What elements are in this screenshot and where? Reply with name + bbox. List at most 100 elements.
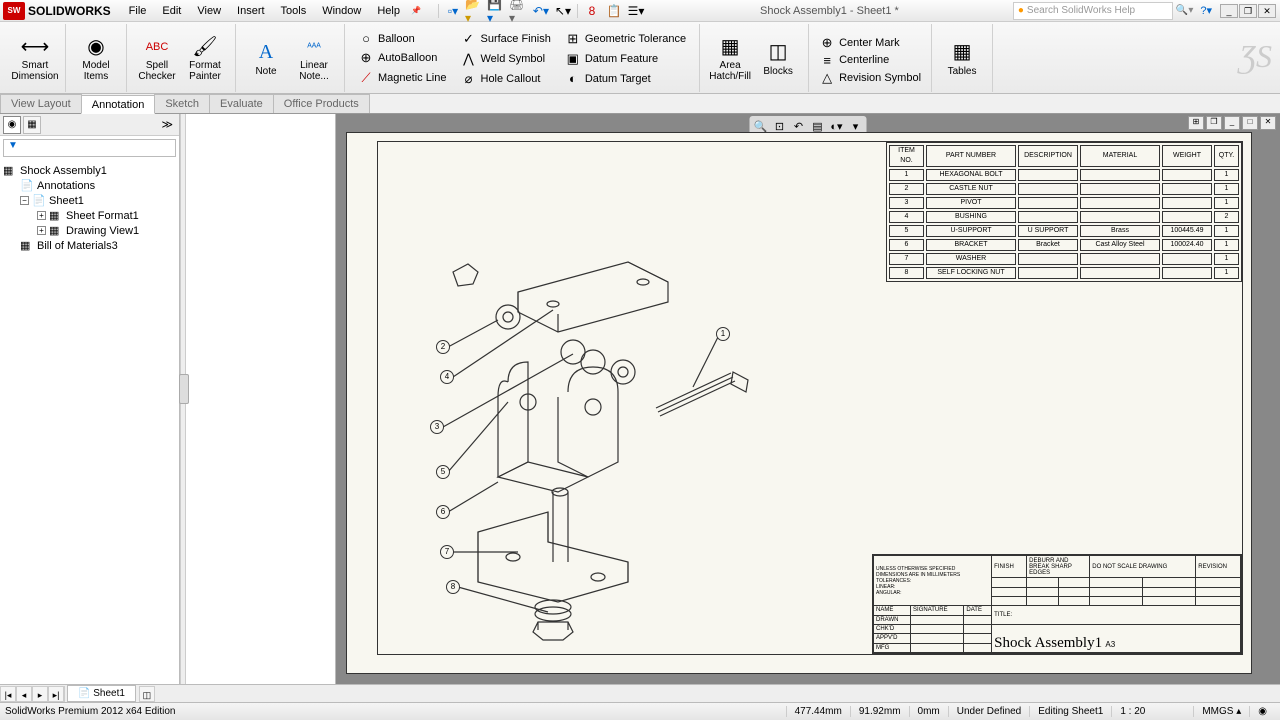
tab-annotation[interactable]: Annotation: [81, 95, 156, 114]
tree-item[interactable]: +▦Drawing View1: [3, 223, 176, 238]
bom-header[interactable]: ITEM NO.: [889, 145, 924, 167]
help-icon[interactable]: ?▾: [1200, 4, 1212, 17]
bom-cell[interactable]: Bracket: [1018, 239, 1078, 251]
help-search[interactable]: ●Search SolidWorks Help: [1013, 2, 1173, 20]
bom-row[interactable]: 8SELF LOCKING NUT 1: [889, 267, 1239, 279]
bom-cell[interactable]: PIVOT: [926, 197, 1016, 209]
bom-cell[interactable]: [1018, 169, 1078, 181]
bom-cell[interactable]: 1: [1214, 267, 1239, 279]
bom-cell[interactable]: 7: [889, 253, 924, 265]
surface-finish-button[interactable]: ✓Surface Finish: [457, 30, 555, 48]
balloon-7[interactable]: 7: [440, 545, 454, 559]
qat-save[interactable]: 💾▾: [487, 2, 507, 20]
status-config[interactable]: ◉: [1249, 706, 1275, 717]
bom-cell[interactable]: [1162, 197, 1212, 209]
window-maximize[interactable]: ❐: [1239, 4, 1257, 18]
bom-cell[interactable]: [1162, 183, 1212, 195]
center-mark-button[interactable]: ⊕Center Mark: [815, 34, 904, 52]
window-minimize[interactable]: _: [1220, 4, 1238, 18]
qat-new[interactable]: ▫▾: [443, 2, 463, 20]
bom-cell[interactable]: SELF LOCKING NUT: [926, 267, 1016, 279]
bom-cell[interactable]: U-SUPPORT: [926, 225, 1016, 237]
menu-tools[interactable]: Tools: [273, 2, 315, 20]
bom-row[interactable]: 1HEXAGONAL BOLT1: [889, 169, 1239, 181]
tree-expander[interactable]: +: [37, 226, 46, 235]
tab-sketch[interactable]: Sketch: [154, 94, 210, 113]
balloon-3[interactable]: 3: [430, 420, 444, 434]
weld-symbol-button[interactable]: ⋀Weld Symbol: [457, 50, 555, 68]
mdi-cascade[interactable]: ❐: [1206, 116, 1222, 130]
sheet-tab-1[interactable]: 📄 Sheet1: [67, 685, 136, 702]
bom-cell[interactable]: 100024.40: [1162, 239, 1212, 251]
bom-cell[interactable]: Cast Alloy Steel: [1080, 239, 1160, 251]
menu-view[interactable]: View: [189, 2, 229, 20]
status-units[interactable]: MMGS ▴: [1193, 706, 1249, 717]
datum-feature-button[interactable]: ▣Datum Feature: [561, 50, 690, 68]
bom-cell[interactable]: 100445.49: [1162, 225, 1212, 237]
bom-cell[interactable]: 8: [889, 267, 924, 279]
sheet-prev[interactable]: ◂: [16, 686, 32, 702]
tree-item[interactable]: 📄Annotations: [3, 178, 176, 193]
bom-header[interactable]: DESCRIPTION: [1018, 145, 1078, 167]
balloon-5[interactable]: 5: [436, 465, 450, 479]
panel-tab-feature[interactable]: ◉: [3, 116, 21, 134]
menu-pin-icon[interactable]: 📌: [411, 6, 421, 15]
bom-cell[interactable]: [1162, 211, 1212, 223]
bom-cell[interactable]: 1: [889, 169, 924, 181]
tree-item[interactable]: +▦Sheet Format1: [3, 208, 176, 223]
tab-view-layout[interactable]: View Layout: [0, 94, 82, 113]
bom-cell[interactable]: [1162, 253, 1212, 265]
mdi-min[interactable]: _: [1224, 116, 1240, 130]
bom-cell[interactable]: [1080, 197, 1160, 209]
splitter-handle[interactable]: [179, 374, 189, 404]
note-button[interactable]: ANote: [242, 40, 290, 77]
sheet-add[interactable]: ◫: [139, 686, 155, 702]
bom-cell[interactable]: 1: [1214, 169, 1239, 181]
datum-target-button[interactable]: ◐Datum Target: [561, 70, 690, 87]
bom-cell[interactable]: [1080, 253, 1160, 265]
bom-table[interactable]: ITEM NO.PART NUMBERDESCRIPTIONMATERIALWE…: [886, 142, 1242, 282]
bom-row[interactable]: 7WASHER1: [889, 253, 1239, 265]
menu-help[interactable]: Help: [369, 2, 408, 20]
qat-print[interactable]: 🖨▾: [509, 2, 529, 20]
balloon-2[interactable]: 2: [436, 340, 450, 354]
tree-root[interactable]: ▦Shock Assembly1: [3, 163, 176, 178]
drawing-canvas[interactable]: 🔍 ⊡ ↶ ▤ ◐▾ ▾ ⊞ ❐ _ □ ✕ ⌂ 📚 📁 ▦ ● ☰: [336, 114, 1280, 684]
linear-note-button[interactable]: ᴬᴬᴬLinear Note...: [290, 34, 338, 82]
bom-cell[interactable]: 3: [889, 197, 924, 209]
tree-item[interactable]: −📄Sheet1: [3, 193, 176, 208]
tables-button[interactable]: ▦Tables: [938, 40, 986, 77]
drawing-view[interactable]: 2 4 3 5 6 7 8 1: [398, 202, 798, 642]
bom-cell[interactable]: 1: [1214, 239, 1239, 251]
bom-cell[interactable]: CASTLE NUT: [926, 183, 1016, 195]
mdi-close[interactable]: ✕: [1260, 116, 1276, 130]
geo-tolerance-button[interactable]: ⊞Geometric Tolerance: [561, 30, 690, 48]
panel-collapse[interactable]: ≫: [158, 118, 176, 131]
bom-header[interactable]: MATERIAL: [1080, 145, 1160, 167]
bom-cell[interactable]: 2: [1214, 211, 1239, 223]
area-hatch-button[interactable]: ▦Area Hatch/Fill: [706, 34, 754, 82]
bom-header[interactable]: WEIGHT: [1162, 145, 1212, 167]
revision-symbol-button[interactable]: △Revision Symbol: [815, 69, 925, 87]
bom-cell[interactable]: [1080, 183, 1160, 195]
qat-open[interactable]: 📂▾: [465, 2, 485, 20]
bom-cell[interactable]: 6: [889, 239, 924, 251]
blocks-button[interactable]: ◫Blocks: [754, 40, 802, 77]
balloon-8[interactable]: 8: [446, 580, 460, 594]
balloon-button[interactable]: ○Balloon: [354, 30, 451, 47]
tab-evaluate[interactable]: Evaluate: [209, 94, 274, 113]
bom-cell[interactable]: U SUPPORT: [1018, 225, 1078, 237]
menu-window[interactable]: Window: [314, 2, 369, 20]
bom-cell[interactable]: [1018, 183, 1078, 195]
search-go-icon[interactable]: 🔍▾: [1176, 5, 1193, 16]
centerline-button[interactable]: ≡Centerline: [815, 52, 893, 69]
tree-filter[interactable]: ▼: [3, 139, 176, 157]
bom-cell[interactable]: 1: [1214, 183, 1239, 195]
balloon-4[interactable]: 4: [440, 370, 454, 384]
sheet-first[interactable]: |◂: [0, 686, 16, 702]
spell-checker-button[interactable]: ABCSpell Checker: [133, 34, 181, 82]
bom-header[interactable]: QTY.: [1214, 145, 1239, 167]
format-painter-button[interactable]: 🖌Format Painter: [181, 34, 229, 82]
sheet-last[interactable]: ▸|: [48, 686, 64, 702]
bom-row[interactable]: 6BRACKETBracketCast Alloy Steel100024.40…: [889, 239, 1239, 251]
